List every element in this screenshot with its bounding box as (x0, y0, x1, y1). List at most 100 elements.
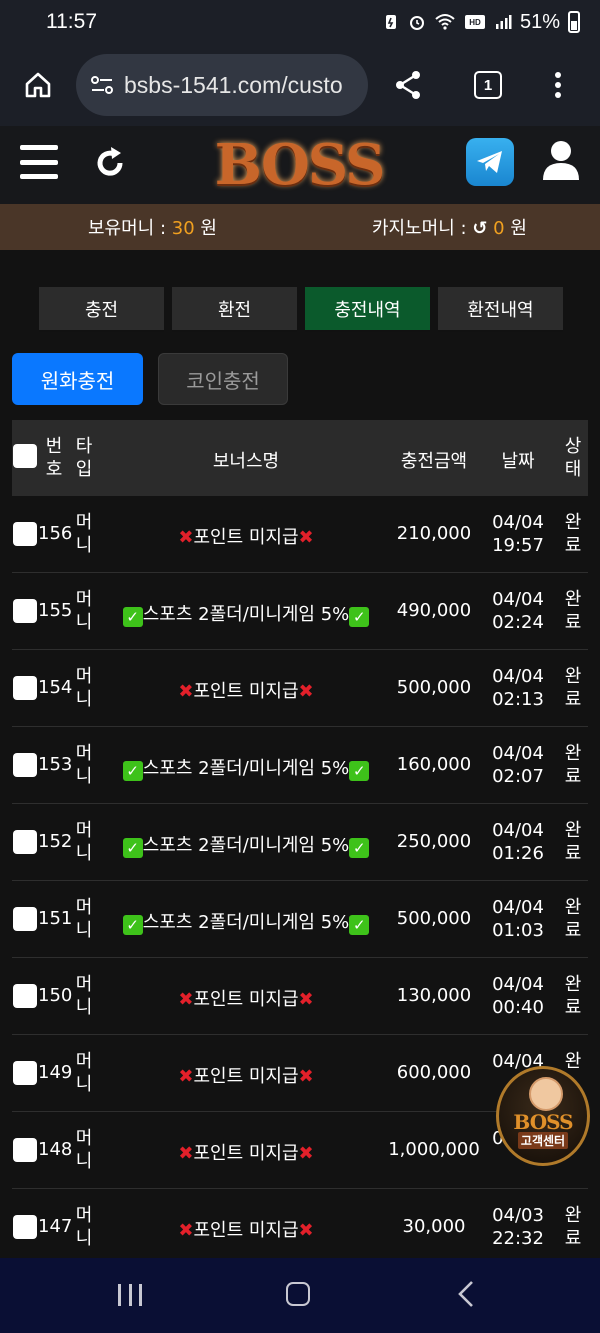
header-type: 타입 (75, 436, 93, 480)
row-bonus-text: 포인트 미지급 (193, 1066, 299, 1087)
check-mark-icon: ✓ (122, 607, 143, 627)
row-bonus-text: 포인트 미지급 (193, 681, 299, 702)
row-bonus-text: 포인트 미지급 (193, 989, 299, 1010)
table-row[interactable]: 153 머 니 ✓ 스포츠 2폴더/미니게임 5% ✓ 160,000 04/04 02:07 완… (12, 727, 588, 804)
tab-deposit-history[interactable]: 충전내역 (305, 287, 430, 332)
row-status: 완료 (564, 589, 582, 633)
row-status: 완료 (564, 974, 582, 1018)
casino-money-value: 0 (493, 218, 505, 239)
casino-money-label: 카지노머니 : (372, 218, 467, 239)
support-logo: BOSS (513, 1110, 573, 1134)
row-status: 완료 (564, 512, 582, 556)
customer-support-button[interactable]: BOSS 고객센터 (496, 1066, 590, 1166)
recents-button[interactable] (118, 1284, 142, 1306)
tab-withdraw-history[interactable]: 환전내역 (438, 287, 563, 332)
coin-deposit-button[interactable]: 코인충전 (158, 353, 288, 405)
row-amount: 250,000 (396, 831, 472, 852)
hamburger-icon[interactable] (20, 145, 58, 179)
row-checkbox[interactable] (13, 1138, 37, 1162)
tab-switcher-button[interactable]: 1 (448, 71, 528, 99)
back-button[interactable] (456, 1280, 476, 1308)
table-row[interactable]: 152 머 니 ✓ 스포츠 2폴더/미니게임 5% ✓ 250,000 04/04 01:26 완… (12, 804, 588, 881)
row-checkbox[interactable] (13, 984, 37, 1008)
x-mark-icon: ✖ (298, 989, 314, 1010)
row-date: 04/04 02:07 (492, 743, 544, 787)
row-amount: 130,000 (396, 985, 472, 1006)
holding-money-label: 보유머니 : (88, 218, 167, 239)
x-mark-icon: ✖ (298, 527, 314, 548)
x-mark-icon: ✖ (178, 1066, 194, 1087)
check-mark-icon: ✓ (122, 838, 143, 858)
status-bar: 11:57 HD 51% (0, 0, 600, 44)
tab-deposit[interactable]: 충전 (39, 287, 164, 332)
browser-home-button[interactable] (0, 44, 76, 126)
row-amount: 160,000 (396, 754, 472, 775)
url-bar[interactable]: bsbs-1541.com/custo (76, 54, 368, 116)
site-logo[interactable]: BOSS (206, 132, 392, 198)
more-vert-icon (555, 72, 561, 98)
refresh-icon[interactable] (92, 145, 128, 181)
row-bonus-text: 스포츠 2폴더/미니게임 5% (142, 912, 350, 933)
krw-deposit-button[interactable]: 원화충전 (12, 353, 143, 405)
tab-count: 1 (474, 71, 502, 99)
row-number: 149 (38, 1062, 73, 1083)
row-checkbox[interactable] (13, 599, 37, 623)
row-status: 완료 (564, 820, 582, 864)
status-time: 11:57 (46, 10, 97, 33)
row-bonus: ✖포인트 미지급✖ (116, 985, 376, 1011)
row-number: 154 (38, 677, 73, 698)
row-date: 04/03 22:32 (492, 1205, 544, 1249)
system-home-button[interactable] (286, 1282, 310, 1306)
table-row[interactable]: 147 머 니 ✖포인트 미지급✖ 30,000 04/03 22:32 완 료 (12, 1189, 588, 1266)
row-date: 04/04 00:40 (492, 974, 544, 1018)
row-amount: 500,000 (396, 677, 472, 698)
reload-icon[interactable]: ↺ (472, 218, 487, 239)
table-row[interactable]: 150 머 니 ✖포인트 미지급✖ 130,000 04/04 00:40 완 료 (12, 958, 588, 1035)
row-type: 머니 (75, 1051, 93, 1095)
row-bonus: ✓ 스포츠 2폴더/미니게임 5% ✓ (116, 754, 376, 781)
system-nav-bar (0, 1258, 600, 1333)
row-status: 완료 (564, 1205, 582, 1249)
row-checkbox[interactable] (13, 1061, 37, 1085)
row-date: 04/04 01:26 (492, 820, 544, 864)
browser-menu-button[interactable] (528, 71, 588, 99)
row-number: 152 (38, 831, 73, 852)
table-row[interactable]: 154 머 니 ✖포인트 미지급✖ 500,000 04/04 02:13 완 료 (12, 650, 588, 727)
row-checkbox[interactable] (13, 676, 37, 700)
table-row[interactable]: 155 머 니 ✓ 스포츠 2폴더/미니게임 5% ✓ 490,000 04/04 02:24 완… (12, 573, 588, 650)
row-number: 148 (38, 1139, 73, 1160)
row-bonus-text: 포인트 미지급 (193, 1143, 299, 1164)
header-bonus: 보너스명 (212, 451, 280, 472)
row-bonus-text: 스포츠 2폴더/미니게임 5% (142, 758, 350, 779)
row-date: 04/04 19:57 (492, 512, 544, 556)
row-checkbox[interactable] (13, 830, 37, 854)
row-status: 완료 (564, 743, 582, 787)
row-type: 머니 (75, 1128, 93, 1172)
site-header: BOSS (0, 126, 600, 204)
user-icon[interactable] (542, 140, 580, 180)
row-bonus: ✓ 스포츠 2폴더/미니게임 5% ✓ (116, 831, 376, 858)
table-row[interactable]: 156 머 니 ✖포인트 미지급✖ 210,000 04/04 19:57 완 료 (12, 496, 588, 573)
tab-withdraw[interactable]: 환전 (172, 287, 297, 332)
row-bonus: ✓ 스포츠 2폴더/미니게임 5% ✓ (116, 908, 376, 935)
select-all-checkbox[interactable] (13, 444, 37, 468)
row-checkbox[interactable] (13, 907, 37, 931)
x-mark-icon: ✖ (298, 1066, 314, 1087)
casino-money: 카지노머니 : ↺ 0 원 (372, 214, 527, 240)
check-mark-icon: ✓ (122, 761, 143, 781)
row-type: 머니 (75, 743, 93, 787)
row-checkbox[interactable] (13, 522, 37, 546)
row-number: 151 (38, 908, 73, 929)
row-checkbox[interactable] (13, 1215, 37, 1239)
row-amount: 500,000 (396, 908, 472, 929)
telegram-button[interactable] (466, 138, 514, 186)
row-bonus: ✖포인트 미지급✖ (116, 1062, 376, 1088)
table-row[interactable]: 151 머 니 ✓ 스포츠 2폴더/미니게임 5% ✓ 500,000 04/04 01:03 완… (12, 881, 588, 958)
row-number: 156 (38, 523, 73, 544)
share-button[interactable] (368, 69, 448, 101)
data-saver-icon (385, 15, 396, 29)
share-icon (396, 71, 420, 99)
site-settings-icon[interactable] (88, 73, 116, 97)
x-mark-icon: ✖ (298, 1220, 314, 1241)
row-checkbox[interactable] (13, 753, 37, 777)
